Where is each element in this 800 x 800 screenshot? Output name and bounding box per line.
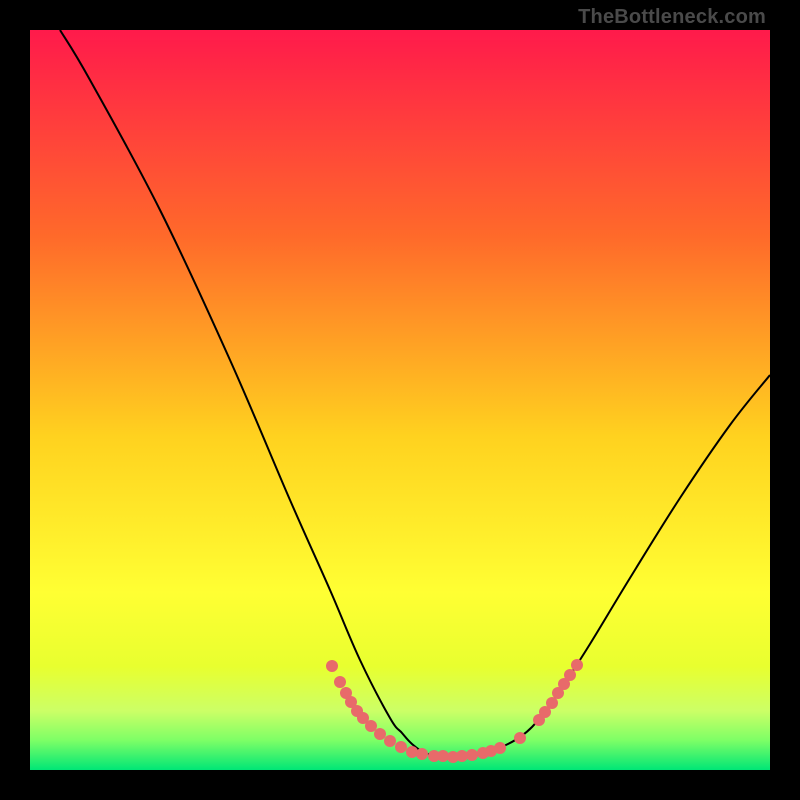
optimal-dot (384, 735, 396, 747)
optimal-dot (374, 728, 386, 740)
chart-svg (30, 30, 770, 770)
optimal-range-dots (326, 659, 583, 763)
optimal-dot (406, 746, 418, 758)
optimal-dot (564, 669, 576, 681)
optimal-dot (395, 741, 407, 753)
optimal-dot (514, 732, 526, 744)
optimal-dot (494, 742, 506, 754)
optimal-dot (416, 748, 428, 760)
optimal-dot (571, 659, 583, 671)
optimal-dot (546, 697, 558, 709)
bottleneck-curve (60, 30, 770, 757)
optimal-dot (466, 749, 478, 761)
optimal-dot (365, 720, 377, 732)
watermark-text: TheBottleneck.com (578, 6, 766, 29)
chart-frame (30, 30, 770, 770)
optimal-dot (326, 660, 338, 672)
optimal-dot (334, 676, 346, 688)
